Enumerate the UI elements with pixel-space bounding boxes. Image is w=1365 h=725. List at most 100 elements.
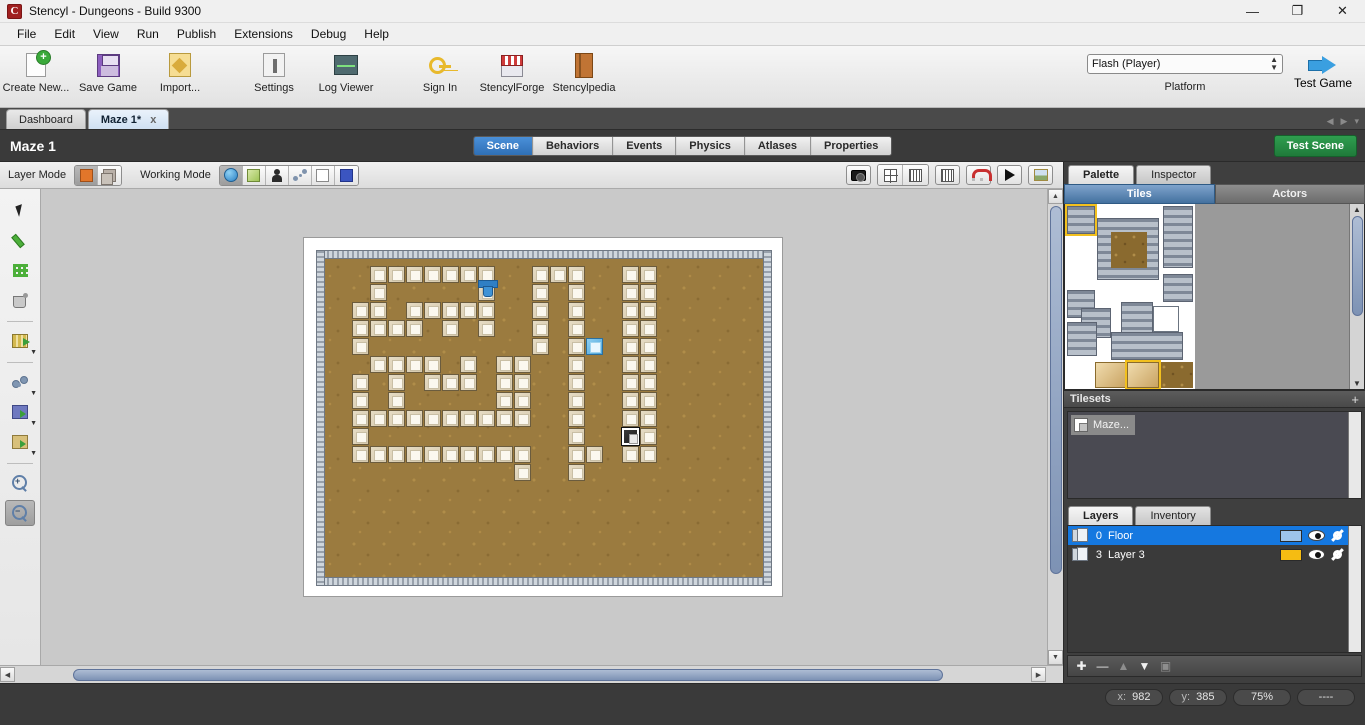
maze-tile[interactable] xyxy=(442,374,459,391)
all-layers-icon[interactable] xyxy=(98,165,122,185)
menu-edit[interactable]: Edit xyxy=(45,24,84,44)
maze-tile[interactable] xyxy=(640,446,657,463)
add-tileset-button[interactable]: + xyxy=(1351,393,1359,406)
maze-tile[interactable] xyxy=(406,356,423,373)
maze-tile[interactable] xyxy=(370,266,387,283)
background-icon[interactable] xyxy=(1028,165,1053,185)
maze-tile-highlighted[interactable] xyxy=(586,338,603,355)
tile-corridor-horizontal[interactable] xyxy=(1111,332,1183,360)
stencylforge-button[interactable]: StencylForge xyxy=(476,46,548,94)
blue-actor[interactable] xyxy=(478,280,498,297)
maze-tile[interactable] xyxy=(460,266,477,283)
maze-tile[interactable] xyxy=(478,320,495,337)
sign-in-button[interactable]: Sign In xyxy=(404,46,476,94)
maze-tile[interactable] xyxy=(514,410,531,427)
tile-scroll-thumb[interactable] xyxy=(1351,216,1363,316)
maze-tile[interactable] xyxy=(640,338,657,355)
tab-actors[interactable]: Actors xyxy=(1214,184,1365,204)
maze-tile[interactable] xyxy=(514,392,531,409)
create-new-button[interactable]: Create New... xyxy=(0,46,72,94)
gear-icon[interactable] xyxy=(1331,529,1344,542)
tile-corridor-vertical[interactable] xyxy=(1163,206,1193,268)
maze-tile[interactable] xyxy=(514,356,531,373)
menu-extensions[interactable]: Extensions xyxy=(225,24,302,44)
test-game-button[interactable]: Test Game xyxy=(1286,54,1360,90)
maze-tile[interactable] xyxy=(388,266,405,283)
maze-tile[interactable] xyxy=(568,266,585,283)
tab-atlases[interactable]: Atlases xyxy=(744,136,812,155)
scroll-up-arrow-icon[interactable]: ▲ xyxy=(1353,205,1361,214)
eye-icon[interactable] xyxy=(1308,549,1325,560)
tab-palette[interactable]: Palette xyxy=(1068,165,1135,184)
maze-tile[interactable] xyxy=(352,320,369,337)
maze-tile[interactable] xyxy=(640,392,657,409)
maze-tile[interactable] xyxy=(424,302,441,319)
tile-wall-corner[interactable] xyxy=(1067,322,1097,356)
select-tool[interactable] xyxy=(5,197,35,223)
maze-tile[interactable] xyxy=(442,302,459,319)
layer-color-swatch[interactable] xyxy=(1280,548,1302,561)
maze-tile[interactable] xyxy=(496,446,513,463)
region-tan-tool[interactable]: ▼ xyxy=(5,429,37,457)
scroll-right-arrow-icon[interactable]: ▶ xyxy=(1031,667,1046,682)
maze-tile[interactable] xyxy=(424,266,441,283)
maze-tile[interactable] xyxy=(568,428,585,445)
show-grid-icon[interactable] xyxy=(878,165,903,185)
tile-flood-tool[interactable]: ▼ xyxy=(5,328,37,356)
maze-tile[interactable] xyxy=(640,374,657,391)
bucket-fill-tool[interactable] xyxy=(5,287,35,313)
maze-tile[interactable] xyxy=(640,302,657,319)
menu-debug[interactable]: Debug xyxy=(302,24,355,44)
zoom-status[interactable]: 75% xyxy=(1233,688,1291,706)
maze-tile[interactable] xyxy=(622,410,639,427)
gear-icon[interactable] xyxy=(1331,548,1344,561)
duplicate-layer-button[interactable]: ▣ xyxy=(1156,658,1175,675)
test-scene-button[interactable]: Test Scene xyxy=(1273,134,1357,157)
maze-tile[interactable] xyxy=(406,320,423,337)
maze-tile[interactable] xyxy=(568,392,585,409)
maze-tile[interactable] xyxy=(568,464,585,481)
maze-tile[interactable] xyxy=(550,266,567,283)
list-item[interactable]: Maze... xyxy=(1071,415,1136,435)
terrain-icon[interactable] xyxy=(311,165,335,185)
tab-tiles[interactable]: Tiles xyxy=(1064,184,1215,204)
pencil-tool[interactable] xyxy=(5,227,35,253)
maze-tile[interactable] xyxy=(388,410,405,427)
scroll-up-arrow-icon[interactable]: ▲ xyxy=(1048,189,1063,204)
add-layer-button[interactable]: ✚ xyxy=(1072,658,1091,675)
single-layer-icon[interactable] xyxy=(75,165,99,185)
table-row[interactable]: 0 Floor xyxy=(1068,526,1348,545)
tiles-icon[interactable] xyxy=(242,165,266,185)
region-blue-tool[interactable]: ▼ xyxy=(5,399,37,427)
layers-list[interactable]: 0 Floor 3 Layer 3 xyxy=(1067,525,1362,653)
scroll-down-arrow-icon[interactable]: ▼ xyxy=(1353,379,1361,388)
maze-tile[interactable] xyxy=(514,446,531,463)
maze-tile[interactable] xyxy=(514,374,531,391)
stencylpedia-button[interactable]: Stencylpedia xyxy=(548,46,620,94)
maze-tile[interactable] xyxy=(352,428,369,445)
maximize-button[interactable]: ❐ xyxy=(1275,0,1320,22)
maze-tile[interactable] xyxy=(478,446,495,463)
tab-behaviors[interactable]: Behaviors xyxy=(532,136,614,155)
table-row[interactable]: 3 Layer 3 xyxy=(1068,545,1348,564)
tile-wood-a[interactable] xyxy=(1095,362,1127,388)
tab-properties[interactable]: Properties xyxy=(811,136,892,155)
hscroll-thumb[interactable] xyxy=(73,668,943,681)
tilesets-list[interactable]: Maze... xyxy=(1067,411,1362,499)
maze-tile[interactable] xyxy=(568,374,585,391)
maze-tile[interactable] xyxy=(406,446,423,463)
menu-help[interactable]: Help xyxy=(355,24,398,44)
tab-maze-1[interactable]: Maze 1* x xyxy=(87,109,170,129)
screenshot-icon[interactable] xyxy=(846,165,871,185)
maze-tile[interactable] xyxy=(352,302,369,319)
maze-tile[interactable] xyxy=(352,410,369,427)
tab-scene[interactable]: Scene xyxy=(473,136,533,155)
tab-prev-icon[interactable]: ◀ xyxy=(1325,116,1336,127)
zoom-out-tool[interactable]: − xyxy=(5,500,35,526)
maze-tile[interactable] xyxy=(478,302,495,319)
maze-tile[interactable] xyxy=(640,320,657,337)
maze-tile[interactable] xyxy=(442,410,459,427)
maze-tile[interactable] xyxy=(568,410,585,427)
maze-tile[interactable] xyxy=(370,410,387,427)
maze-tile[interactable] xyxy=(460,356,477,373)
